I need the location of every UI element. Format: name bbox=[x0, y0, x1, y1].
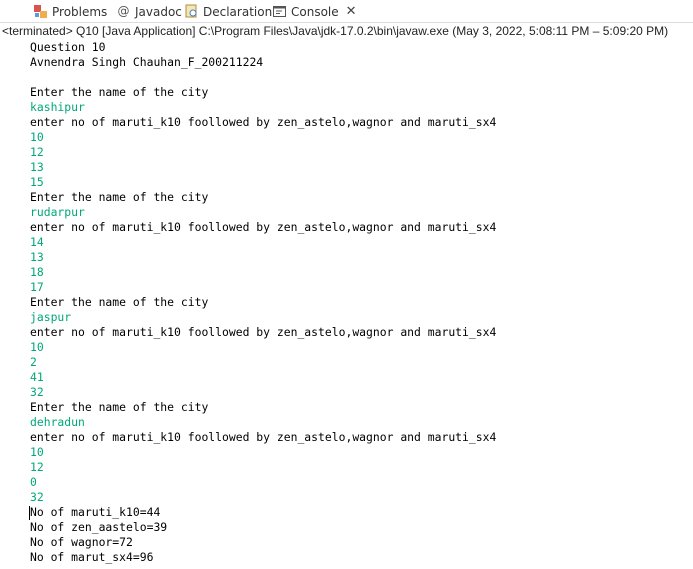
console-input-line: 32 bbox=[30, 385, 44, 399]
console-output-line: enter no of maruti_k10 foollowed by zen_… bbox=[30, 430, 497, 444]
console-output-line: No of marut_sx4=96 bbox=[30, 550, 154, 564]
console-output-line: enter no of maruti_k10 foollowed by zen_… bbox=[30, 220, 497, 234]
console-input-line: 18 bbox=[30, 265, 44, 279]
declaration-icon bbox=[184, 4, 199, 19]
tab-declaration[interactable]: Declaration bbox=[184, 2, 272, 21]
console-output-line: Enter the name of the city bbox=[30, 295, 209, 309]
console-input-line: 41 bbox=[30, 370, 44, 384]
console-input-line: kashipur bbox=[30, 100, 85, 114]
console-output-line: Enter the name of the city bbox=[30, 85, 209, 99]
text-cursor bbox=[29, 506, 30, 520]
console-output-line: No of zen_aastelo=39 bbox=[30, 520, 168, 534]
console-status: <terminated> Q10 [Java Application] C:\P… bbox=[2, 24, 669, 38]
console-input-line: 10 bbox=[30, 130, 44, 144]
console-input-line: dehradun bbox=[30, 415, 85, 429]
view-tab-bar: Problems @ Javadoc Declaration Console ✕ bbox=[0, 0, 693, 23]
console-output-line: Question 10 bbox=[30, 40, 106, 54]
tab-console[interactable]: Console ✕ bbox=[272, 2, 357, 21]
console-input-line: 13 bbox=[30, 160, 44, 174]
console-icon bbox=[272, 4, 287, 19]
console-input-line: 12 bbox=[30, 460, 44, 474]
console-output-line: Avnendra Singh Chauhan_F_200211224 bbox=[30, 55, 264, 69]
tab-label: Javadoc bbox=[135, 4, 182, 19]
console-input-line: 0 bbox=[30, 475, 37, 489]
console-input-line: 14 bbox=[30, 235, 44, 249]
tab-label: Console bbox=[291, 4, 339, 19]
console-output-line: Enter the name of the city bbox=[30, 400, 209, 414]
console-input-line: 13 bbox=[30, 250, 44, 264]
console-input-line: 2 bbox=[30, 355, 37, 369]
console-input-line: rudarpur bbox=[30, 205, 85, 219]
console-output-line: No of maruti_k10=44 bbox=[30, 505, 161, 519]
tab-label: Problems bbox=[52, 4, 108, 19]
console-input-line: 32 bbox=[30, 490, 44, 504]
console-input-line: 10 bbox=[30, 445, 44, 459]
tab-label: Declaration bbox=[203, 4, 273, 19]
console-output-line: No of wagnor=72 bbox=[30, 535, 133, 549]
console-output[interactable]: Question 10 Avnendra Singh Chauhan_F_2002… bbox=[30, 40, 496, 565]
console-input-line: jaspur bbox=[30, 310, 72, 324]
console-input-line: 12 bbox=[30, 145, 44, 159]
console-input-line: 17 bbox=[30, 280, 44, 294]
tab-problems[interactable]: Problems bbox=[33, 2, 107, 21]
close-icon[interactable]: ✕ bbox=[346, 4, 357, 19]
console-output-line: enter no of maruti_k10 foollowed by zen_… bbox=[30, 115, 497, 129]
console-input-line: 15 bbox=[30, 175, 44, 189]
problems-icon bbox=[33, 4, 48, 19]
console-input-line: 10 bbox=[30, 340, 44, 354]
console-output-line: Enter the name of the city bbox=[30, 190, 209, 204]
tab-javadoc[interactable]: @ Javadoc bbox=[116, 2, 182, 21]
console-output-line: enter no of maruti_k10 foollowed by zen_… bbox=[30, 325, 497, 339]
at-sign-icon: @ bbox=[117, 4, 130, 18]
